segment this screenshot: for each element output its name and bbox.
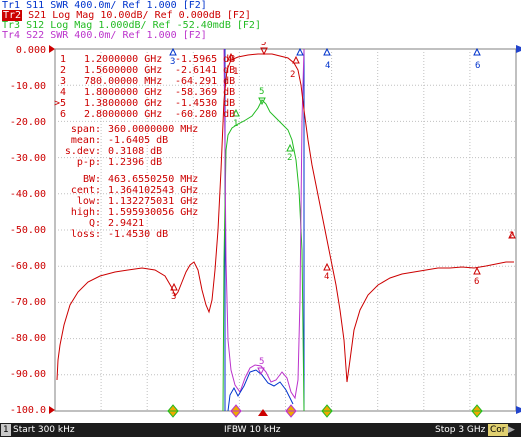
trace-ref: Ref 1.000 bbox=[122, 30, 177, 41]
svg-text:780.00000 MHz: 780.00000 MHz bbox=[84, 76, 162, 87]
status-arrow-icon[interactable]: ▶ bbox=[508, 423, 515, 437]
svg-text:4: 4 bbox=[324, 272, 329, 282]
status-bar: 1 Start 300 kHz IFBW 10 kHz Stop 3 GHz C… bbox=[0, 423, 521, 437]
svg-text:6: 6 bbox=[475, 61, 480, 71]
stop-frequency[interactable]: Stop 3 GHz bbox=[435, 423, 485, 437]
svg-text:6: 6 bbox=[474, 277, 479, 287]
trace-tag: [F2] bbox=[182, 30, 207, 41]
ifbw-setting[interactable]: IFBW 10 kHz bbox=[224, 423, 280, 437]
svg-text:360.0000000 MHz: 360.0000000 MHz bbox=[108, 124, 198, 135]
svg-text:0.3108 dB: 0.3108 dB bbox=[108, 146, 162, 157]
svg-text:mean:: mean: bbox=[71, 135, 101, 146]
y-axis-label: -60.00 bbox=[10, 261, 46, 272]
svg-text:5: 5 bbox=[259, 87, 264, 97]
svg-text:low:: low: bbox=[77, 196, 101, 207]
svg-text:2.8000000 GHz: 2.8000000 GHz bbox=[84, 109, 162, 120]
trace-format: SWR bbox=[50, 30, 69, 41]
svg-text:loss:: loss: bbox=[71, 229, 101, 240]
svg-text:2: 2 bbox=[509, 231, 514, 241]
ref-level-arrow-bottom[interactable] bbox=[49, 406, 55, 414]
start-frequency[interactable]: Start 300 kHz bbox=[13, 423, 75, 437]
y-axis-label: -70.00 bbox=[10, 297, 46, 308]
svg-text:BW:: BW: bbox=[83, 174, 101, 185]
svg-text:1.132275031 GHz: 1.132275031 GHz bbox=[108, 196, 198, 207]
y-axis-label: -80.00 bbox=[10, 333, 46, 344]
svg-text:-1.6405 dB: -1.6405 dB bbox=[108, 135, 168, 146]
svg-text:s.dev:: s.dev: bbox=[65, 146, 101, 157]
svg-text:4: 4 bbox=[325, 61, 330, 71]
svg-text:1.2396 dB: 1.2396 dB bbox=[108, 157, 162, 168]
svg-text:1.8000000 GHz: 1.8000000 GHz bbox=[84, 87, 162, 98]
svg-text:5: 5 bbox=[259, 357, 264, 367]
svg-text:2: 2 bbox=[290, 70, 295, 80]
trace-param: S22 bbox=[26, 30, 45, 41]
trace-scale: 400.0m/ bbox=[74, 30, 117, 41]
channel-indicator[interactable]: 1 bbox=[1, 424, 11, 436]
marker-readout-row[interactable]: 1 1.2000000 GHz -1.5965 dB bbox=[60, 54, 235, 65]
svg-text:p-p:: p-p: bbox=[77, 157, 101, 168]
svg-text:2.9421: 2.9421 bbox=[108, 218, 144, 229]
svg-text:-58.369 dB: -58.369 dB bbox=[175, 87, 235, 98]
svg-text:1.2000000 GHz: 1.2000000 GHz bbox=[84, 54, 162, 65]
svg-text:1: 1 bbox=[233, 119, 238, 129]
y-axis-label: -50.00 bbox=[10, 225, 46, 236]
svg-text:5: 5 bbox=[261, 42, 266, 48]
svg-text:6: 6 bbox=[60, 109, 66, 120]
svg-text:3: 3 bbox=[171, 292, 176, 302]
svg-text:5: 5 bbox=[60, 98, 66, 109]
right-scale-marker bbox=[516, 406, 521, 414]
y-axis-label: -10.00 bbox=[10, 81, 46, 92]
svg-text:1.595930056 GHz: 1.595930056 GHz bbox=[108, 207, 198, 218]
y-axis-label: -40.00 bbox=[10, 189, 46, 200]
trace-tag: [F2] bbox=[236, 20, 261, 31]
ref-level-arrow-top[interactable] bbox=[49, 45, 55, 53]
y-axis-label: -90.00 bbox=[10, 369, 46, 380]
marker-readout-row[interactable]: 3 780.00000 MHz -64.291 dB bbox=[60, 76, 235, 87]
trace-4-label[interactable]: Tr4 S22 SWR 400.0m/ Ref 1.000 [F2] bbox=[2, 30, 207, 41]
svg-text:high:: high: bbox=[71, 207, 101, 218]
svg-text:span:: span: bbox=[71, 124, 101, 135]
svg-text:-1.5965 dB: -1.5965 dB bbox=[175, 54, 235, 65]
svg-text:1.3800000 GHz: 1.3800000 GHz bbox=[84, 98, 162, 109]
trace-header: Tr1 S11 SWR 400.0m/ Ref 1.000 [F2] Tr2 S… bbox=[0, 0, 521, 42]
svg-text:-1.4530 dB: -1.4530 dB bbox=[175, 98, 235, 109]
svg-text:3: 3 bbox=[60, 76, 66, 87]
svg-text:cent:: cent: bbox=[71, 185, 101, 196]
svg-text:2: 2 bbox=[60, 65, 66, 76]
svg-text:-1.4530 dB: -1.4530 dB bbox=[108, 229, 168, 240]
y-axis-label: 0.000 bbox=[16, 45, 46, 56]
y-axis-label: -20.00 bbox=[10, 117, 46, 128]
correction-indicator[interactable]: Cor bbox=[488, 424, 508, 436]
svg-text:-2.6141 dB: -2.6141 dB bbox=[175, 65, 235, 76]
svg-text:463.6550250 MHz: 463.6550250 MHz bbox=[108, 174, 198, 185]
svg-text:Q:: Q: bbox=[89, 218, 101, 229]
svg-text:4: 4 bbox=[60, 87, 66, 98]
right-scale-marker bbox=[516, 45, 521, 53]
svg-text:1.364102543 GHz: 1.364102543 GHz bbox=[108, 185, 198, 196]
svg-text:-64.291 dB: -64.291 dB bbox=[175, 76, 235, 87]
marker-readout-row[interactable]: 6 2.8000000 GHz -60.280 dB bbox=[60, 109, 235, 120]
marker-readout-row[interactable]: 2 1.5600000 GHz -2.6141 dB bbox=[60, 65, 235, 76]
y-axis-label: -100.0 bbox=[10, 405, 46, 416]
y-axis-labels: 0.000 -10.00 -20.00 -30.00 -40.00 -50.00… bbox=[10, 45, 46, 416]
y-axis-label: -30.00 bbox=[10, 153, 46, 164]
marker-readout-row[interactable]: 4 1.8000000 GHz -58.369 dB bbox=[60, 87, 235, 98]
svg-text:1.5600000 GHz: 1.5600000 GHz bbox=[84, 65, 162, 76]
svg-text:1: 1 bbox=[60, 54, 66, 65]
svg-text:-60.280 dB: -60.280 dB bbox=[175, 109, 235, 120]
trace-id: Tr4 bbox=[2, 30, 21, 41]
measurement-plot[interactable]: 0.000 -10.00 -20.00 -30.00 -40.00 -50.00… bbox=[0, 42, 521, 423]
svg-text:2: 2 bbox=[287, 153, 292, 163]
